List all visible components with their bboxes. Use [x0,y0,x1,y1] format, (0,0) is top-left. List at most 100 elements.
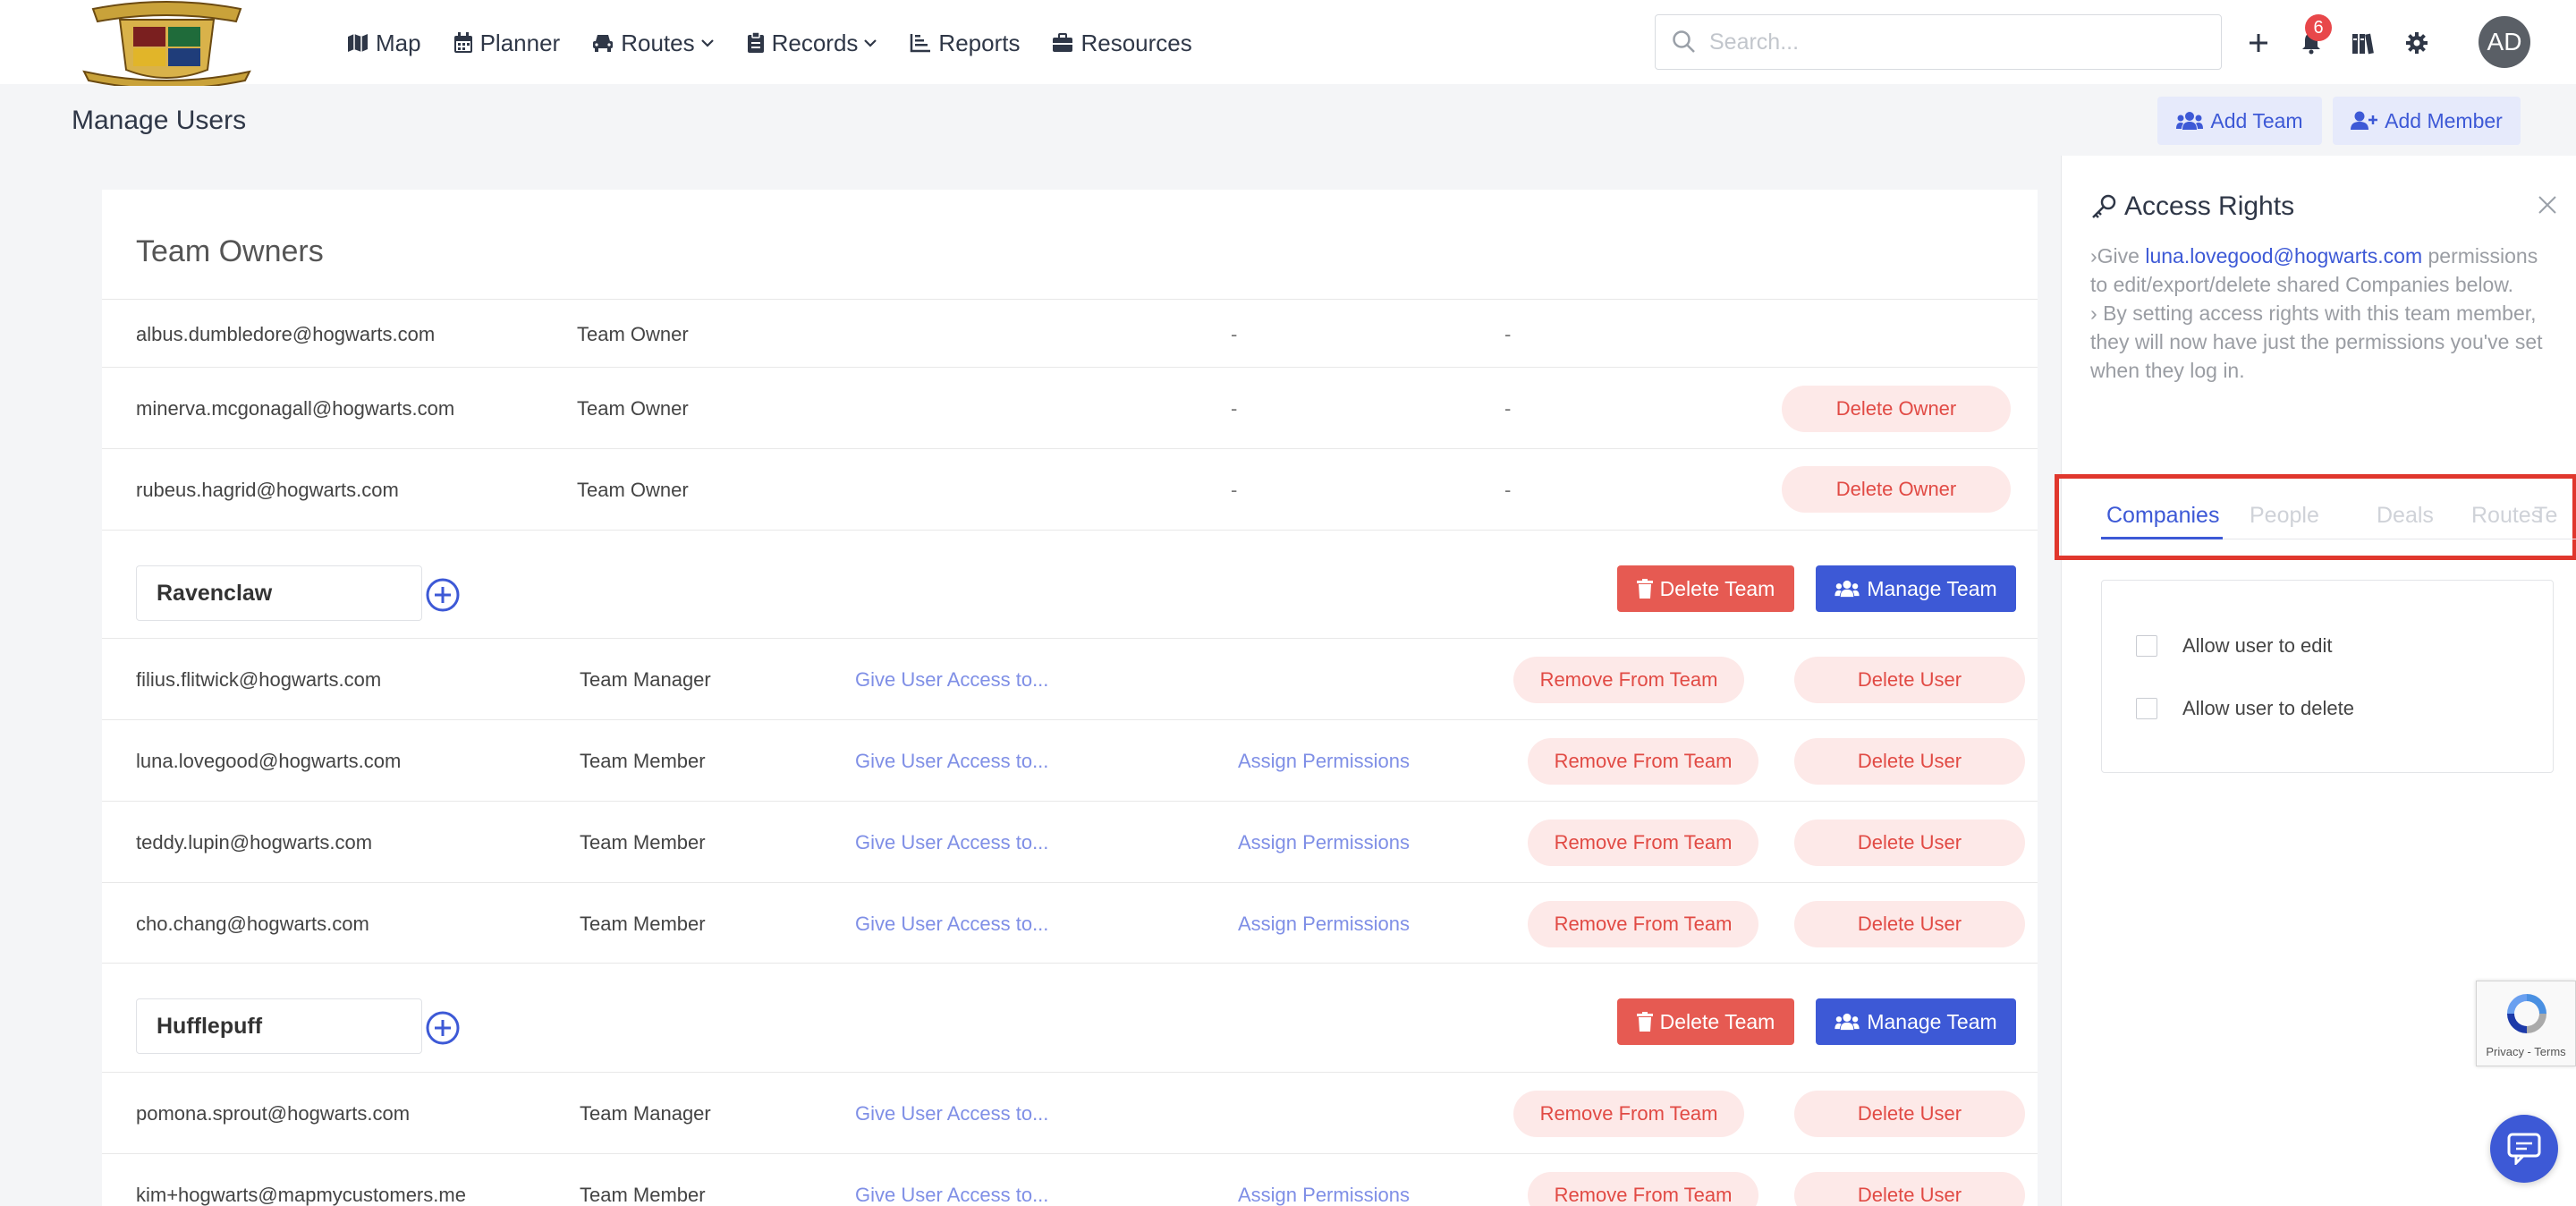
close-icon[interactable] [2538,195,2557,215]
nav-resources-label: Resources [1080,29,1192,56]
nav-resources[interactable]: Resources [1052,29,1192,57]
remove-from-team-button[interactable]: Remove From Team [1528,820,1758,866]
assign-permissions-link[interactable]: Assign Permissions [1238,831,1410,854]
add-team-button[interactable]: Add Team [2157,97,2322,145]
owner-col-1: - [1231,479,1238,501]
delete-user-button[interactable]: Delete User [1794,738,2025,785]
chevron-down-icon [864,39,877,47]
tab-territories[interactable]: Te [2534,503,2576,529]
panel-title-text: Access Rights [2124,191,2295,221]
delete-owner-button[interactable]: Delete Owner [1782,466,2011,513]
key-icon [2092,194,2116,218]
assign-permissions-link[interactable]: Assign Permissions [1238,1184,1410,1206]
remove-from-team-button[interactable]: Remove From Team [1513,1091,1744,1137]
plus-icon [2250,34,2267,52]
settings-button[interactable] [2399,25,2435,61]
give-access-link[interactable]: Give User Access to... [855,668,1048,692]
books-icon [2352,33,2374,55]
add-team-label: Add Team [2210,108,2303,132]
delete-user-button[interactable]: Delete User [1794,820,2025,866]
allow-edit-checkbox[interactable] [2136,635,2157,657]
nav-planner[interactable]: Planner [453,30,560,57]
manage-team-button[interactable]: Manage Team [1816,998,2016,1045]
divider [102,1072,2038,1073]
member-role: Team Manager [580,1102,711,1125]
recaptcha-badge[interactable]: Privacy - Terms [2476,981,2576,1066]
desc-prefix: Give [2097,244,2146,268]
manage-team-label: Manage Team [1867,1009,1997,1033]
search-input[interactable] [1709,29,2221,55]
global-search[interactable] [1655,14,2222,70]
give-access-link[interactable]: Give User Access to... [855,831,1048,854]
teams-card: Team Owners albus.dumbledore@hogwarts.co… [102,190,2038,1206]
give-access-link[interactable]: Give User Access to... [855,1184,1048,1206]
permission-row: Allow user to edit [2136,634,2333,658]
allow-delete-checkbox[interactable] [2136,698,2157,719]
owner-col-1: - [1231,397,1238,420]
tab-companies[interactable]: Companies [2106,503,2219,529]
tab-routes[interactable]: Routes [2471,503,2542,529]
user-plus-icon [2351,111,2378,130]
divider [102,448,2038,449]
tab-deals[interactable]: Deals [2377,503,2434,529]
add-member-circle-icon[interactable] [426,1011,460,1045]
chat-button[interactable] [2490,1115,2558,1183]
permission-label: Allow user to edit [2182,634,2333,657]
tab-people[interactable]: People [2250,503,2319,529]
desc-2-text: By setting access rights with this team … [2090,302,2543,382]
give-access-link[interactable]: Give User Access to... [855,750,1048,773]
top-navbar: Map Planner Routes Records Reports Resou… [0,0,2576,89]
remove-from-team-button[interactable]: Remove From Team [1528,738,1758,785]
add-member-label: Add Member [2385,108,2503,132]
member-email: pomona.sprout@hogwarts.com [136,1102,411,1125]
nav-reports[interactable]: Reports [910,30,1020,57]
member-role: Team Member [580,913,706,935]
give-access-link[interactable]: Give User Access to... [855,1102,1048,1125]
nav-records[interactable]: Records [747,30,878,57]
divider [102,882,2038,883]
add-member-circle-icon[interactable] [426,578,460,612]
manage-team-button[interactable]: Manage Team [1816,565,2016,612]
divider [102,638,2038,639]
add-member-button[interactable]: Add Member [2333,97,2521,145]
user-avatar[interactable]: AD [2479,16,2530,68]
recaptcha-icon [2507,994,2546,1033]
delete-user-button[interactable]: Delete User [1794,1172,2025,1206]
panel-description: ›Give luna.lovegood@hogwarts.com permiss… [2090,242,2555,385]
nav-map[interactable]: Map [347,30,421,57]
delete-user-button[interactable]: Delete User [1794,657,2025,703]
apps-button[interactable] [2345,25,2381,61]
divider [102,801,2038,802]
delete-user-button[interactable]: Delete User [1794,1091,2025,1137]
remove-from-team-button[interactable]: Remove From Team [1528,1172,1758,1206]
delete-user-button[interactable]: Delete User [1794,901,2025,947]
delete-team-button[interactable]: Delete Team [1617,998,1794,1045]
hogwarts-logo[interactable] [57,0,276,89]
member-role: Team Manager [580,668,711,691]
recaptcha-links[interactable]: Privacy - Terms [2486,1045,2565,1058]
users-icon [1835,1013,1860,1031]
remove-from-team-button[interactable]: Remove From Team [1528,901,1758,947]
add-button[interactable] [2241,25,2276,61]
give-access-link[interactable]: Give User Access to... [855,913,1048,936]
team-name-field[interactable]: Hufflepuff [136,998,422,1054]
owner-role: Team Owner [577,479,689,501]
owner-email: rubeus.hagrid@hogwarts.com [136,479,399,501]
users-icon [2176,112,2204,130]
remove-from-team-button[interactable]: Remove From Team [1513,657,1744,703]
team-name-field[interactable]: Ravenclaw [136,565,422,621]
gear-icon [2406,32,2428,54]
chevron-down-icon [700,39,714,47]
nav-records-label: Records [771,29,859,56]
delete-team-button[interactable]: Delete Team [1617,565,1794,612]
map-icon [348,34,368,52]
owner-col-2: - [1504,397,1512,420]
assign-permissions-link[interactable]: Assign Permissions [1238,750,1410,773]
divider [102,530,2038,531]
assign-permissions-link[interactable]: Assign Permissions [1238,913,1410,936]
permission-label: Allow user to delete [2182,697,2354,719]
member-role: Team Member [580,831,706,854]
nav-routes[interactable]: Routes [592,30,714,57]
delete-owner-button[interactable]: Delete Owner [1782,386,2011,432]
search-icon [1673,30,1695,53]
